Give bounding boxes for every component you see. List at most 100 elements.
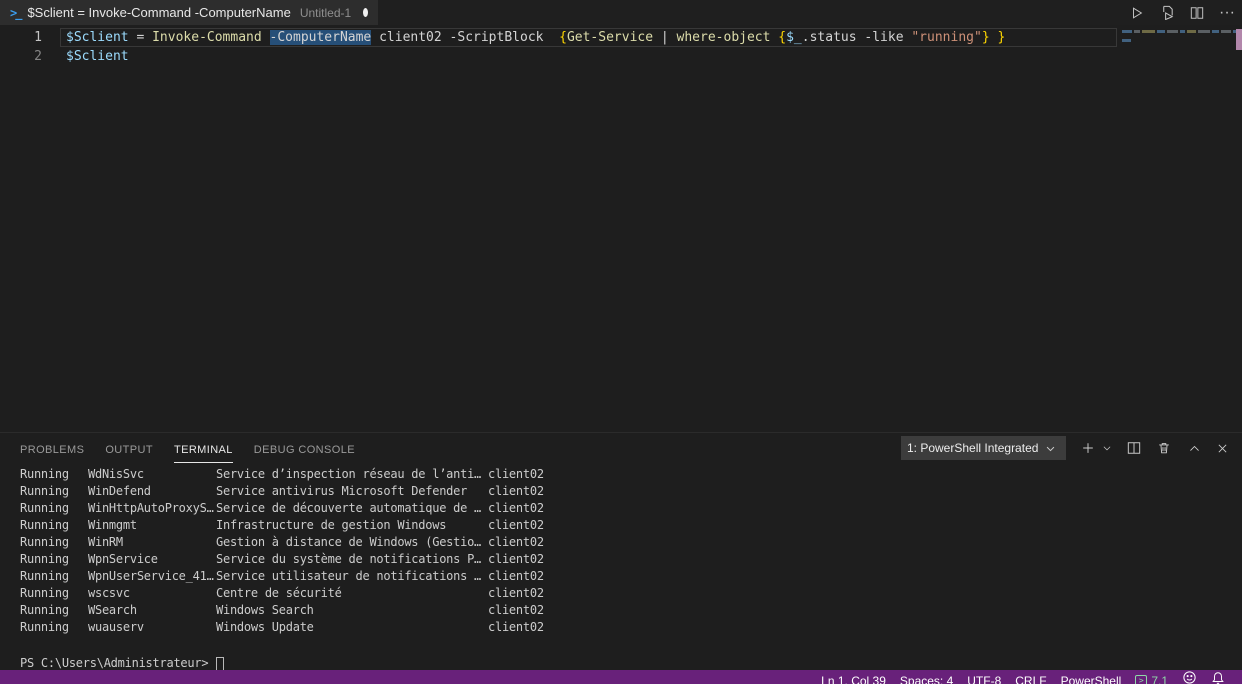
powershell-file-icon: >_ [10,6,20,20]
editor-actions: ··· [1126,0,1238,25]
panel-controls: 1: PowerShell Integrated [901,435,1234,461]
powershell-version: 7.1 [1151,670,1168,684]
panel-tab-terminal[interactable]: TERMINAL [174,440,233,463]
terminal-output: RunningWdNisSvcService d’inspection rése… [0,466,1242,636]
service-display: Service du système de notifications P… [216,551,488,568]
service-machine: client02 [488,568,1242,585]
service-machine: client02 [488,602,1242,619]
dirty-indicator-icon[interactable] [363,8,368,17]
code-token: $Sclient [66,30,129,45]
service-display: Service antivirus Microsoft Defender [216,483,488,500]
run-icon[interactable] [1126,2,1148,24]
service-status: Running [20,551,88,568]
panel-tab-output[interactable]: OUTPUT [105,440,153,463]
cursor-position-status[interactable]: Ln 1, Col 39 [814,670,893,684]
language-mode-status[interactable]: PowerShell [1054,670,1129,684]
code-token: -like [864,30,911,45]
terminal[interactable]: RunningWdNisSvcService d’inspection rése… [0,463,1242,672]
service-name: WpnUserService_41… [88,568,216,585]
code-token: } [982,30,990,45]
panel-header: PROBLEMS OUTPUT TERMINAL DEBUG CONSOLE 1: P… [0,433,1242,463]
minimap-line-1 [1122,30,1242,33]
line-number: 1 [0,28,42,47]
new-terminal-dropdown-icon[interactable] [1100,436,1114,460]
close-panel-icon[interactable] [1210,436,1234,460]
service-name: Winmgmt [88,517,216,534]
more-actions-icon[interactable]: ··· [1216,2,1238,24]
service-display: Service utilisateur de notifications … [216,568,488,585]
service-status: Running [20,602,88,619]
code-line[interactable]: $Sclient = Invoke-Command -ComputerName … [66,28,1005,47]
maximize-panel-icon[interactable] [1182,436,1206,460]
code-token: .status [802,30,865,45]
terminal-service-row: RunningwscsvcCentre de sécuritéclient02 [0,585,1242,602]
service-machine: client02 [488,619,1242,636]
feedback-icon[interactable] [1175,670,1204,684]
service-machine: client02 [488,466,1242,483]
split-terminal-icon[interactable] [1122,436,1146,460]
tab-bar: >_ $Sclient = Invoke-Command -ComputerNa… [0,0,1242,25]
chevron-down-icon [1045,443,1056,454]
terminal-service-row: RunningWinDefendService antivirus Micros… [0,483,1242,500]
service-display: Windows Search [216,602,488,619]
code-token [543,30,559,45]
terminal-selector[interactable]: 1: PowerShell Integrated [901,436,1066,460]
kill-terminal-icon[interactable] [1152,436,1176,460]
terminal-service-row: RunningWdNisSvcService d’inspection rése… [0,466,1242,483]
panel-tab-debug-console[interactable]: DEBUG CONSOLE [254,440,355,463]
code-token: where-object [677,30,771,45]
code-token: = [129,30,152,45]
code-token: $Sclient [66,49,129,64]
editor-gutter: 12 [0,28,42,66]
service-status: Running [20,568,88,585]
editor-code[interactable]: $Sclient = Invoke-Command -ComputerName … [66,28,1005,66]
minimap-line-2 [1122,39,1131,42]
terminal-cursor [216,657,224,671]
service-status: Running [20,483,88,500]
panel-tab-problems[interactable]: PROBLEMS [20,440,84,463]
bottom-panel: PROBLEMS OUTPUT TERMINAL DEBUG CONSOLE 1: P… [0,432,1242,670]
code-token: { [559,30,567,45]
terminal-service-row: RunningWinRMGestion à distance de Window… [0,534,1242,551]
notifications-bell-icon[interactable] [1204,670,1232,684]
service-status: Running [20,585,88,602]
service-machine: client02 [488,517,1242,534]
service-machine: client02 [488,585,1242,602]
service-status: Running [20,466,88,483]
code-token: Get-Service [567,30,653,45]
service-display: Service de découverte automatique de … [216,500,488,517]
service-display: Service d’inspection réseau de l’anti… [216,466,488,483]
service-name: WinRM [88,534,216,551]
eol-status[interactable]: CRLF [1008,670,1053,684]
code-token: client02 [371,30,449,45]
terminal-service-row: RunningWinHttpAutoProxyS…Service de déco… [0,500,1242,517]
service-name: WpnService [88,551,216,568]
powershell-session-status[interactable]: > 7.1 [1128,670,1175,684]
run-or-debug-icon[interactable] [1156,2,1178,24]
panel-tabs: PROBLEMS OUTPUT TERMINAL DEBUG CONSOLE [20,434,355,463]
terminal-service-row: RunningwuauservWindows Updateclient02 [0,619,1242,636]
service-status: Running [20,517,88,534]
service-display: Infrastructure de gestion Windows [216,517,488,534]
terminal-service-row: RunningWpnServiceService du système de n… [0,551,1242,568]
encoding-status[interactable]: UTF-8 [960,670,1008,684]
service-machine: client02 [488,500,1242,517]
terminal-selector-value: 1: PowerShell Integrated [907,441,1045,455]
service-name: WinDefend [88,483,216,500]
editor[interactable]: 12 $Sclient = Invoke-Command -ComputerNa… [0,25,1242,432]
minimap[interactable] [1120,25,1233,432]
indentation-status[interactable]: Spaces: 4 [893,670,960,684]
code-token: | [653,30,676,45]
code-token: "running" [911,30,981,45]
service-display: Windows Update [216,619,488,636]
split-editor-icon[interactable] [1186,2,1208,24]
status-bar: Ln 1, Col 39 Spaces: 4 UTF-8 CRLF PowerS… [0,670,1242,684]
new-terminal-icon[interactable] [1076,436,1100,460]
service-machine: client02 [488,534,1242,551]
powershell-session-icon: > [1135,675,1147,684]
overview-ruler-selection-mark [1236,29,1242,50]
code-line[interactable]: $Sclient [66,47,1005,66]
service-machine: client02 [488,483,1242,500]
service-name: wscsvc [88,585,216,602]
editor-tab[interactable]: >_ $Sclient = Invoke-Command -ComputerNa… [0,0,378,25]
